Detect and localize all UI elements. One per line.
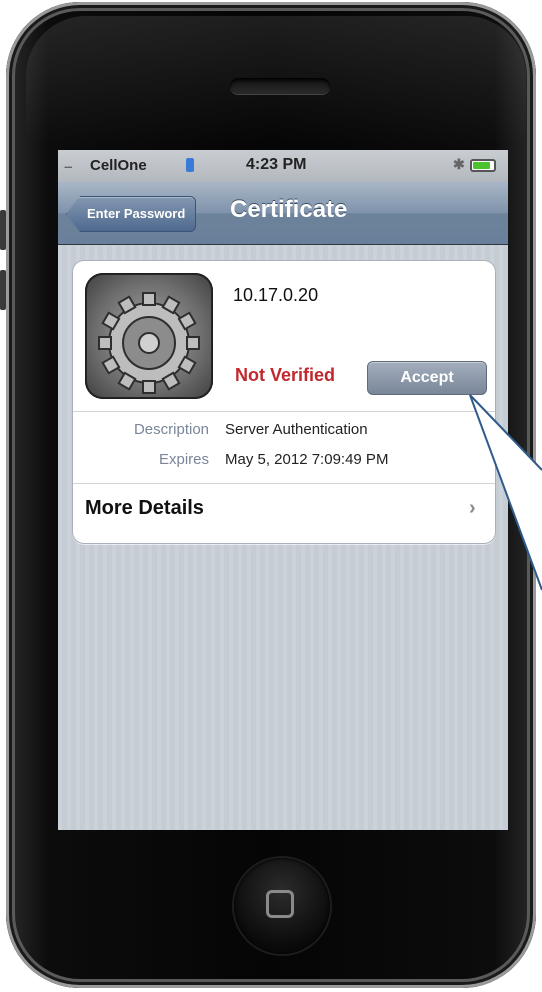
description-label: Description — [133, 421, 209, 438]
battery-level — [473, 162, 490, 169]
navigation-bar: Enter Password Certificate — [58, 182, 508, 245]
page-title: Certificate — [230, 196, 348, 223]
volume-down-button — [0, 270, 6, 310]
verification-status: Not Verified — [235, 365, 336, 385]
certificate-card: 10.17.0.20 Not Verified Accept Descripti… — [72, 260, 496, 544]
description-value: Server Authentication — [225, 421, 368, 438]
home-button[interactable] — [234, 858, 330, 954]
chevron-right-icon: › — [469, 497, 476, 519]
status-time: 4:23 PM — [246, 156, 307, 173]
volume-up-button — [0, 210, 6, 250]
certificate-host: 10.17.0.20 — [233, 285, 319, 305]
status-bar: ..... CellOne 4:23 PM ✱ — [58, 150, 508, 182]
divider — [73, 411, 495, 412]
more-details-row[interactable]: More Details — [85, 497, 204, 520]
earpiece-speaker — [230, 78, 330, 94]
home-button-icon — [266, 890, 294, 918]
carrier-name: CellOne — [90, 157, 147, 174]
back-button[interactable]: Enter Password — [66, 196, 197, 232]
battery-icon — [470, 159, 496, 172]
signal-strength-icon: ..... — [64, 160, 72, 170]
gear-tooth — [186, 336, 200, 350]
gear-tooth — [142, 292, 156, 306]
expires-label: Expires — [158, 451, 209, 468]
accept-button[interactable]: Accept — [367, 361, 487, 395]
bluetooth-icon: ✱ — [453, 156, 465, 172]
gear-tooth — [142, 380, 156, 394]
gear-tooth — [98, 336, 112, 350]
expires-value: May 5, 2012 7:09:49 PM — [225, 451, 389, 468]
wifi-icon — [186, 158, 194, 172]
divider — [73, 483, 495, 484]
settings-gear-icon — [85, 273, 213, 399]
phone-screen: ..... CellOne 4:23 PM ✱ Enter Password C… — [58, 150, 508, 830]
